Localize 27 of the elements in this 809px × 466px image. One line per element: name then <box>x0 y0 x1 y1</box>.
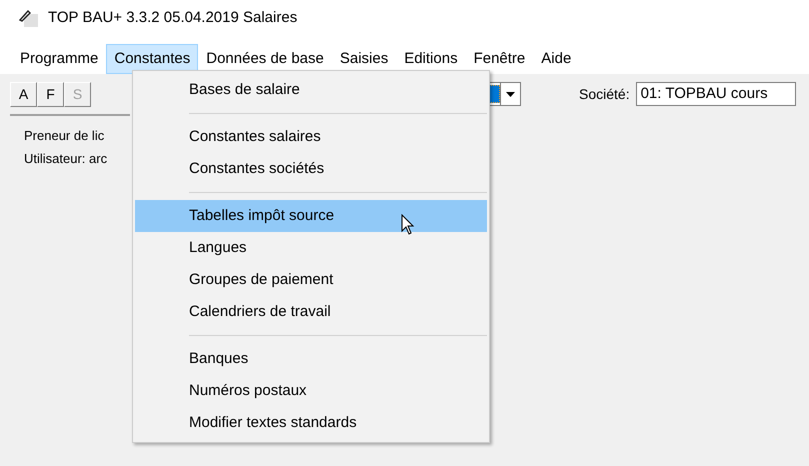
info-text: Utilisateur: arc <box>24 150 108 168</box>
menu-item[interactable]: Données de base <box>198 44 332 74</box>
info-text: Preneur de lic <box>24 127 104 145</box>
dropdown-item[interactable]: Langues <box>135 232 487 264</box>
mouse-cursor-icon <box>401 214 415 236</box>
pen-icon <box>18 8 40 28</box>
dropdown-item[interactable]: Modifier textes standards <box>135 407 487 439</box>
menu-item[interactable]: Constantes <box>106 44 198 74</box>
dropdown-item[interactable]: Groupes de paiement <box>135 264 487 296</box>
dropdown-item[interactable]: Constantes sociétés <box>135 153 487 185</box>
caret-icon <box>506 92 515 96</box>
menu-item[interactable]: Editions <box>396 44 466 74</box>
dropdown-item[interactable]: Calendriers de travail <box>135 296 487 328</box>
dropdown-item[interactable]: Numéros postaux <box>135 375 487 407</box>
toolbar-button[interactable]: A <box>10 82 37 106</box>
menu-item[interactable]: Saisies <box>332 44 396 74</box>
menu-item[interactable]: Programme <box>12 44 106 74</box>
company-label: Société: <box>579 84 630 104</box>
menu-item[interactable]: Aide <box>533 44 580 74</box>
menu-item[interactable]: Fenêtre <box>466 44 534 74</box>
window-title: TOP BAU+ 3.3.2 05.04.2019 Salaires <box>48 8 298 28</box>
dropdown-item[interactable]: Constantes salaires <box>135 121 487 153</box>
dropdown-item[interactable]: Banques <box>135 343 487 375</box>
toolbar-button[interactable]: F <box>37 82 64 106</box>
dropdown-item[interactable]: Tabelles impôt source <box>135 200 487 232</box>
dropdown-item[interactable]: Bases de salaire <box>135 74 487 106</box>
company-field[interactable]: 01: TOPBAU cours <box>636 82 796 106</box>
